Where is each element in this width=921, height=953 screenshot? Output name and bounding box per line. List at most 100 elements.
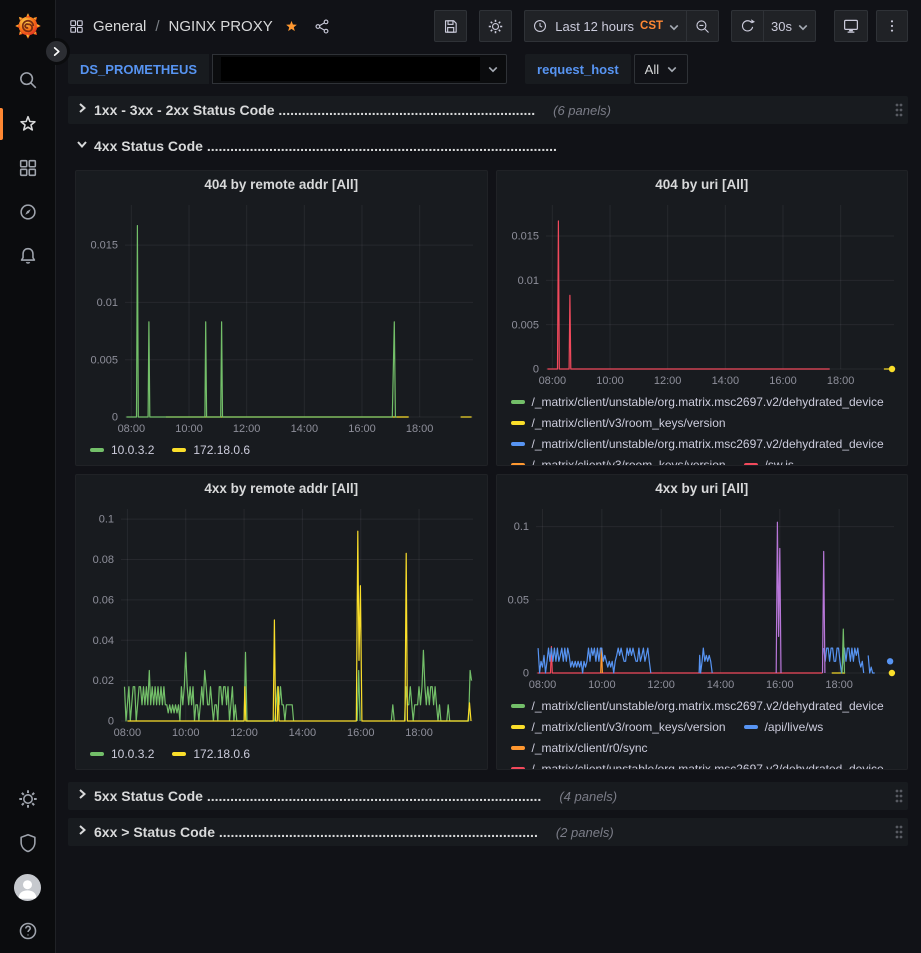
chart-4xx-by-uri[interactable]: 08:0010:0012:0014:0016:0018:0000.050.1 bbox=[500, 501, 904, 693]
row-drag-handle[interactable] bbox=[894, 788, 904, 804]
row-6xx[interactable]: 6xx > Status Code ......................… bbox=[68, 818, 908, 846]
star-filled-icon[interactable] bbox=[283, 18, 300, 35]
row-panel-count: (4 panels) bbox=[559, 789, 617, 804]
legend-item[interactable]: /_matrix/client/unstable/org.matrix.msc2… bbox=[511, 395, 884, 409]
chart-404-by-uri[interactable]: 08:0010:0012:0014:0016:0018:0000.0050.01… bbox=[500, 197, 904, 389]
panel-title[interactable]: 4xx by remote addr [All] bbox=[76, 475, 487, 501]
legend-swatch bbox=[511, 463, 525, 467]
panel-title[interactable]: 4xx by uri [All] bbox=[497, 475, 908, 501]
time-range-label: Last 12 hours bbox=[555, 19, 634, 34]
tv-mode-button[interactable] bbox=[834, 10, 868, 42]
svg-text:0: 0 bbox=[533, 364, 539, 376]
shield-icon bbox=[17, 832, 39, 854]
svg-text:0.01: 0.01 bbox=[97, 297, 118, 309]
legend-item[interactable]: 10.0.3.2 bbox=[90, 747, 154, 761]
svg-text:0.015: 0.015 bbox=[91, 240, 119, 252]
top-nav: General / NGINX PROXY bbox=[57, 0, 921, 52]
row-drag-handle[interactable] bbox=[894, 102, 904, 118]
legend-item[interactable]: /api/live/ws bbox=[744, 720, 824, 734]
svg-text:18:00: 18:00 bbox=[406, 423, 434, 435]
legend-label: /_matrix/client/v3/room_keys/version bbox=[532, 720, 726, 734]
sidebar-item-dashboards[interactable] bbox=[0, 146, 56, 190]
chart-404-by-remote-addr[interactable]: 08:0010:0012:0014:0016:0018:0000.0050.01… bbox=[79, 197, 483, 437]
dashboards-grid-icon bbox=[17, 157, 39, 179]
legend-label: /_matrix/client/unstable/org.matrix.msc2… bbox=[532, 437, 884, 451]
legend-swatch bbox=[90, 448, 104, 452]
dashboard-title[interactable]: NGINX PROXY bbox=[169, 18, 273, 35]
legend-row: 10.0.3.2 172.18.0.6 bbox=[90, 439, 481, 460]
legend-item[interactable]: 172.18.0.6 bbox=[172, 747, 250, 761]
chart-legend: 10.0.3.2 172.18.0.6 bbox=[76, 437, 487, 460]
sidebar-item-starred[interactable] bbox=[0, 102, 56, 146]
legend-label: /_matrix/client/v3/room_keys/version bbox=[532, 458, 726, 467]
legend-item[interactable]: /_matrix/client/unstable/org.matrix.msc2… bbox=[511, 437, 884, 451]
svg-text:14:00: 14:00 bbox=[711, 375, 739, 387]
row-drag-handle[interactable] bbox=[894, 824, 904, 840]
sidebar-item-alerting[interactable] bbox=[0, 234, 56, 278]
time-range-picker[interactable]: Last 12 hours CST bbox=[524, 10, 687, 42]
svg-text:0.05: 0.05 bbox=[507, 594, 528, 606]
sidebar-item-search[interactable] bbox=[0, 58, 56, 102]
breadcrumb: General / NGINX PROXY bbox=[68, 18, 331, 35]
panel-title[interactable]: 404 by remote addr [All] bbox=[76, 171, 487, 197]
timezone-label: CST bbox=[640, 20, 663, 32]
row-1xx-3xx-2xx[interactable]: 1xx - 3xx - 2xx Status Code ............… bbox=[68, 96, 908, 124]
chart-4xx-by-remote-addr[interactable]: 08:0010:0012:0014:0016:0018:0000.020.040… bbox=[79, 501, 483, 741]
sidebar-item-explore[interactable] bbox=[0, 190, 56, 234]
legend-item[interactable]: 10.0.3.2 bbox=[90, 443, 154, 457]
legend-item[interactable]: /_matrix/client/unstable/org.matrix.msc2… bbox=[511, 699, 884, 713]
sidebar-item-profile[interactable] bbox=[0, 865, 56, 909]
sidebar-item-server-admin[interactable] bbox=[0, 821, 56, 865]
legend-label: /_matrix/client/unstable/org.matrix.msc2… bbox=[532, 699, 884, 713]
panel-title[interactable]: 404 by uri [All] bbox=[497, 171, 908, 197]
grafana-flame-icon bbox=[14, 12, 42, 40]
user-silhouette-icon bbox=[14, 874, 41, 901]
time-controls: Last 12 hours CST bbox=[524, 10, 719, 42]
svg-text:12:00: 12:00 bbox=[231, 727, 259, 739]
refresh-button[interactable] bbox=[731, 10, 764, 42]
svg-text:08:00: 08:00 bbox=[118, 423, 146, 435]
share-icon[interactable] bbox=[314, 18, 331, 35]
refresh-interval-dropdown[interactable]: 30s bbox=[764, 10, 816, 42]
more-options-button[interactable] bbox=[876, 10, 908, 42]
refresh-interval-label: 30s bbox=[771, 19, 792, 34]
dashboard-settings-button[interactable] bbox=[479, 10, 512, 42]
nav-actions: Last 12 hours CST bbox=[434, 10, 908, 42]
svg-text:16:00: 16:00 bbox=[347, 727, 375, 739]
row-4xx[interactable]: 4xx Status Code ........................… bbox=[68, 132, 908, 160]
save-dashboard-button[interactable] bbox=[434, 10, 467, 42]
zoom-out-time-button[interactable] bbox=[687, 10, 719, 42]
chevron-right-icon bbox=[76, 101, 88, 119]
legend-item[interactable]: /_matrix/client/v3/room_keys/version bbox=[511, 458, 726, 467]
magnifier-minus-icon bbox=[694, 18, 711, 35]
sidebar-item-help[interactable] bbox=[0, 909, 56, 953]
legend-swatch bbox=[511, 421, 525, 425]
sidebar-expand-button[interactable] bbox=[43, 38, 70, 65]
panel-4xx-by-remote-addr: 4xx by remote addr [All] 08:0010:0012:00… bbox=[75, 474, 488, 770]
legend-swatch bbox=[172, 448, 186, 452]
row-5xx[interactable]: 5xx Status Code ........................… bbox=[68, 782, 908, 810]
row-title: 6xx > Status Code ......................… bbox=[94, 824, 538, 840]
star-icon bbox=[17, 113, 39, 135]
legend-item[interactable]: /sw.js bbox=[744, 458, 794, 467]
legend-item[interactable]: /_matrix/client/v3/room_keys/version bbox=[511, 416, 726, 430]
legend-row: /_matrix/client/v3/room_keys/version/sw.… bbox=[511, 454, 902, 466]
legend-item[interactable]: /_matrix/client/r0/sync bbox=[511, 741, 648, 755]
breadcrumb-section[interactable]: General bbox=[93, 18, 146, 35]
legend-row: /_matrix/client/unstable/org.matrix.msc2… bbox=[511, 433, 902, 454]
legend-swatch bbox=[744, 463, 758, 467]
legend-label: /api/live/ws bbox=[765, 720, 824, 734]
panel-404-by-uri: 404 by uri [All] 08:0010:0012:0014:0016:… bbox=[496, 170, 909, 466]
chevron-right-icon bbox=[76, 787, 88, 805]
datasource-variable-label[interactable]: DS_PROMETHEUS bbox=[68, 54, 209, 84]
request-host-variable-value[interactable]: All bbox=[634, 54, 688, 84]
datasource-variable-value[interactable] bbox=[212, 54, 507, 84]
redacted-value bbox=[221, 57, 480, 81]
svg-text:14:00: 14:00 bbox=[291, 423, 319, 435]
legend-item[interactable]: /_matrix/client/v3/room_keys/version bbox=[511, 720, 726, 734]
legend-item[interactable]: 172.18.0.6 bbox=[172, 443, 250, 457]
request-host-variable-label[interactable]: request_host bbox=[525, 54, 631, 84]
sidebar-item-configuration[interactable] bbox=[0, 777, 56, 821]
legend-item[interactable]: /_matrix/client/unstable/org.matrix.msc2… bbox=[511, 762, 884, 771]
legend-row: /_matrix/client/v3/room_keys/version bbox=[511, 412, 902, 433]
